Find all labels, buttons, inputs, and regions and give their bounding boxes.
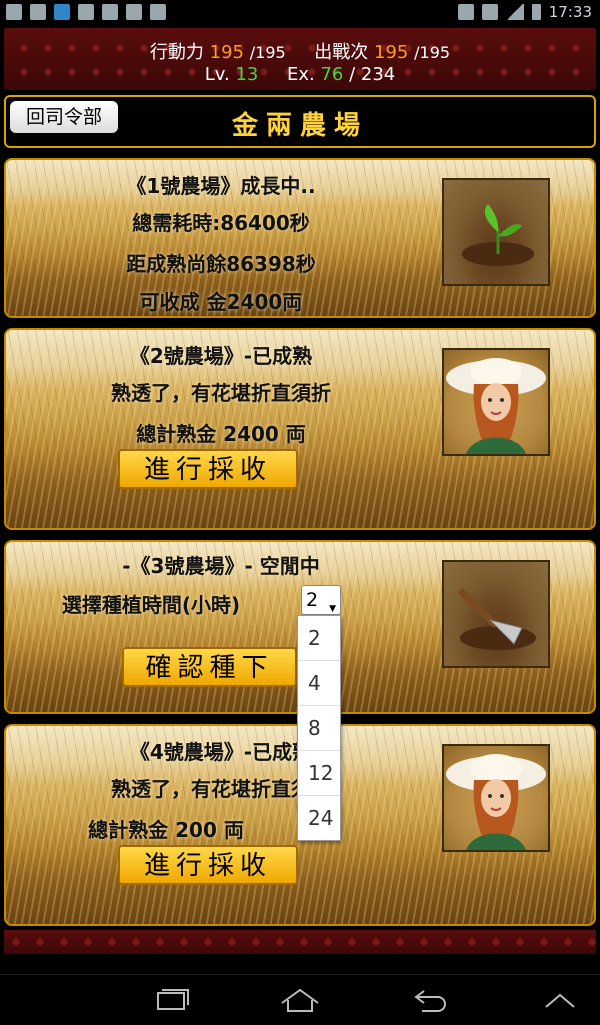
footer-decoration [4,930,596,954]
farm-card-2: 《2號農場》-已成熟 熟透了，有花堪折直須折 總計熟金 2400 両 進行採收 [4,328,596,530]
bag-icon [150,4,166,20]
lv-value: 13 [235,64,259,85]
battery-icon [531,4,541,20]
farm-4-status: 《4號農場》-已成熟 [129,740,313,764]
farm-2-status: 《2號農場》-已成熟 [129,344,313,368]
system-icons: 17:33 [457,3,592,21]
farm-card-1: 《1號農場》成長中.. 總需耗時:86400秒 距成熟尚餘86398秒 可收成 … [4,158,596,318]
title-bar: 回司令部 金兩農場 [4,95,596,148]
farm-1-total-time: 總需耗時:86400秒 [132,211,310,235]
status-bar: 17:33 [0,0,600,26]
mute-icon [457,4,474,20]
ex-label: Ex. [286,64,315,85]
wifi-icon [481,4,498,20]
dropdown-option[interactable]: 24 [298,796,340,841]
back-icon[interactable] [408,985,452,1015]
farm-3-confirm-plant-button[interactable]: 確認種下 [122,647,297,687]
farm-2-message: 熟透了，有花堪折直須折 [111,381,331,405]
planting-hours-value: 2 [306,589,319,611]
farm-1-yield: 可收成 金2400両 [139,290,303,314]
stats-header: 行動力 195 /195 出戰次 195 /195 Lv. 13 Ex. 76 … [4,28,596,90]
farm-1-remaining: 距成熟尚餘86398秒 [126,252,316,276]
farm-3-status: -《3號農場》- 空閒中 [122,554,320,578]
signal-icon [505,4,524,20]
dropdown-option[interactable]: 4 [298,661,340,706]
farmer-girl-icon [442,744,550,852]
chat-icon [126,4,142,20]
image-icon [102,4,118,20]
download-icon [30,4,46,20]
farm-2-harvest-button[interactable]: 進行採收 [118,449,298,489]
stats-row-1: 行動力 195 /195 出戰次 195 /195 [4,38,596,64]
sortie-value: 195 [374,42,409,63]
app-icon [54,4,70,20]
ap-max: /195 [249,43,286,62]
recent-apps-icon[interactable] [150,985,194,1015]
farm-1-status: 《1號農場》成長中.. [126,174,316,198]
sortie-max: /195 [414,43,451,62]
dropdown-option[interactable]: 8 [298,706,340,751]
lv-label: Lv. [204,64,230,85]
chevron-up-icon[interactable] [538,985,582,1015]
farm-3-select-label: 選擇種植時間(小時) [61,593,241,617]
stats-row-2: Lv. 13 Ex. 76 / 234 [4,64,596,85]
sprout-icon [442,178,550,286]
ex-max: / 234 [349,64,396,85]
page-title: 金兩農場 [231,111,368,141]
ex-value: 76 [320,64,344,85]
farm-4-message: 熟透了，有花堪折直須折 [111,777,331,801]
sortie-label: 出戰次 [314,42,369,63]
clock: 17:33 [548,3,592,21]
dropdown-option[interactable]: 12 [298,751,340,796]
ap-value: 195 [209,42,245,63]
ap-label: 行動力 [149,42,204,63]
farm-4-total: 總計熟金 200 両 [88,818,244,842]
file-icon [78,4,94,20]
notification-icons [6,4,166,20]
planting-hours-dropdown: 2 4 8 12 24 [297,615,341,841]
planting-hours-select[interactable]: 2 ▼ [301,585,341,615]
trowel-icon [442,560,550,668]
farmer-girl-icon [442,348,550,456]
download-icon [6,4,22,20]
farm-4-harvest-button[interactable]: 進行採收 [118,845,298,885]
home-icon[interactable] [278,985,322,1015]
farm-2-total: 總計熟金 2400 両 [136,422,306,446]
system-navigation-bar [0,974,600,1025]
dropdown-option[interactable]: 2 [298,616,340,661]
